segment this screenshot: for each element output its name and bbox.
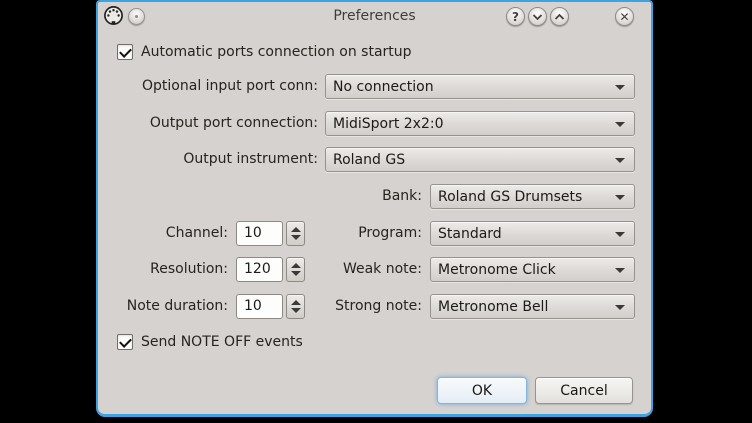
program-value: Standard — [431, 226, 502, 242]
output-port-combobox[interactable]: MidiSport 2x2:0 — [325, 111, 635, 136]
note-duration-spin-buttons[interactable] — [286, 294, 305, 319]
resolution-spin-buttons[interactable] — [286, 257, 305, 282]
resolution-spinbox[interactable]: 120 — [236, 257, 283, 282]
cancel-button[interactable]: Cancel — [535, 377, 633, 404]
preferences-dialog: Preferences ? ✕ Automatic ports connecti… — [96, 0, 653, 417]
spin-up-icon[interactable] — [291, 263, 301, 268]
chevron-up-icon — [554, 13, 565, 21]
spin-down-icon[interactable] — [291, 308, 301, 313]
dropdown-arrow-icon — [615, 122, 625, 127]
dropdown-arrow-icon — [615, 232, 625, 237]
resolution-label: Resolution: — [110, 257, 228, 282]
ok-button[interactable]: OK — [437, 377, 527, 404]
screen: Preferences ? ✕ Automatic ports connecti… — [0, 0, 752, 423]
weak-note-label: Weak note: — [306, 257, 422, 282]
spin-up-icon[interactable] — [291, 300, 301, 305]
maximize-button[interactable] — [550, 7, 569, 26]
checkbox-box[interactable] — [117, 44, 133, 60]
note-off-checkbox[interactable]: Send NOTE OFF events — [117, 333, 303, 351]
note-duration-spinbox[interactable]: 10 — [236, 294, 283, 319]
program-label: Program: — [306, 221, 422, 246]
dropdown-arrow-icon — [615, 268, 625, 273]
auto-ports-checkbox[interactable]: Automatic ports connection on startup — [117, 43, 412, 61]
weak-note-value: Metronome Click — [431, 262, 556, 278]
channel-spin-buttons[interactable] — [286, 221, 305, 246]
spin-down-icon[interactable] — [291, 271, 301, 276]
bank-label: Bank: — [306, 184, 422, 209]
channel-label: Channel: — [110, 221, 228, 246]
help-icon: ? — [512, 10, 519, 24]
minimize-button[interactable] — [528, 7, 547, 26]
bank-value: Roland GS Drumsets — [431, 189, 582, 205]
instrument-label: Output instrument: — [110, 147, 318, 172]
check-icon — [119, 45, 132, 58]
channel-spinbox[interactable]: 10 — [236, 221, 283, 246]
input-port-value: No connection — [326, 79, 434, 95]
check-icon — [119, 335, 132, 348]
strong-note-combobox[interactable]: Metronome Bell — [430, 294, 635, 319]
close-icon: ✕ — [619, 10, 629, 24]
instrument-value: Roland GS — [326, 152, 405, 168]
checkbox-box[interactable] — [117, 334, 133, 350]
spin-down-icon[interactable] — [291, 235, 301, 240]
instrument-combobox[interactable]: Roland GS — [325, 147, 635, 172]
note-off-label: Send NOTE OFF events — [141, 334, 303, 350]
input-port-combobox[interactable]: No connection — [325, 74, 635, 99]
chevron-down-icon — [532, 13, 543, 21]
note-duration-label: Note duration: — [110, 294, 228, 319]
strong-note-value: Metronome Bell — [431, 299, 548, 315]
spin-up-icon[interactable] — [291, 227, 301, 232]
dropdown-arrow-icon — [615, 85, 625, 90]
weak-note-combobox[interactable]: Metronome Click — [430, 257, 635, 282]
auto-ports-label: Automatic ports connection on startup — [141, 44, 412, 60]
close-button[interactable]: ✕ — [615, 7, 634, 26]
help-button[interactable]: ? — [506, 7, 525, 26]
titlebar[interactable]: Preferences ? ✕ — [98, 2, 651, 31]
input-port-label: Optional input port conn: — [110, 74, 318, 99]
bank-combobox[interactable]: Roland GS Drumsets — [430, 184, 635, 209]
program-combobox[interactable]: Standard — [430, 221, 635, 246]
output-port-label: Output port connection: — [110, 111, 318, 136]
dropdown-arrow-icon — [615, 158, 625, 163]
strong-note-label: Strong note: — [306, 294, 422, 319]
output-port-value: MidiSport 2x2:0 — [326, 116, 444, 132]
dropdown-arrow-icon — [615, 195, 625, 200]
dropdown-arrow-icon — [615, 305, 625, 310]
